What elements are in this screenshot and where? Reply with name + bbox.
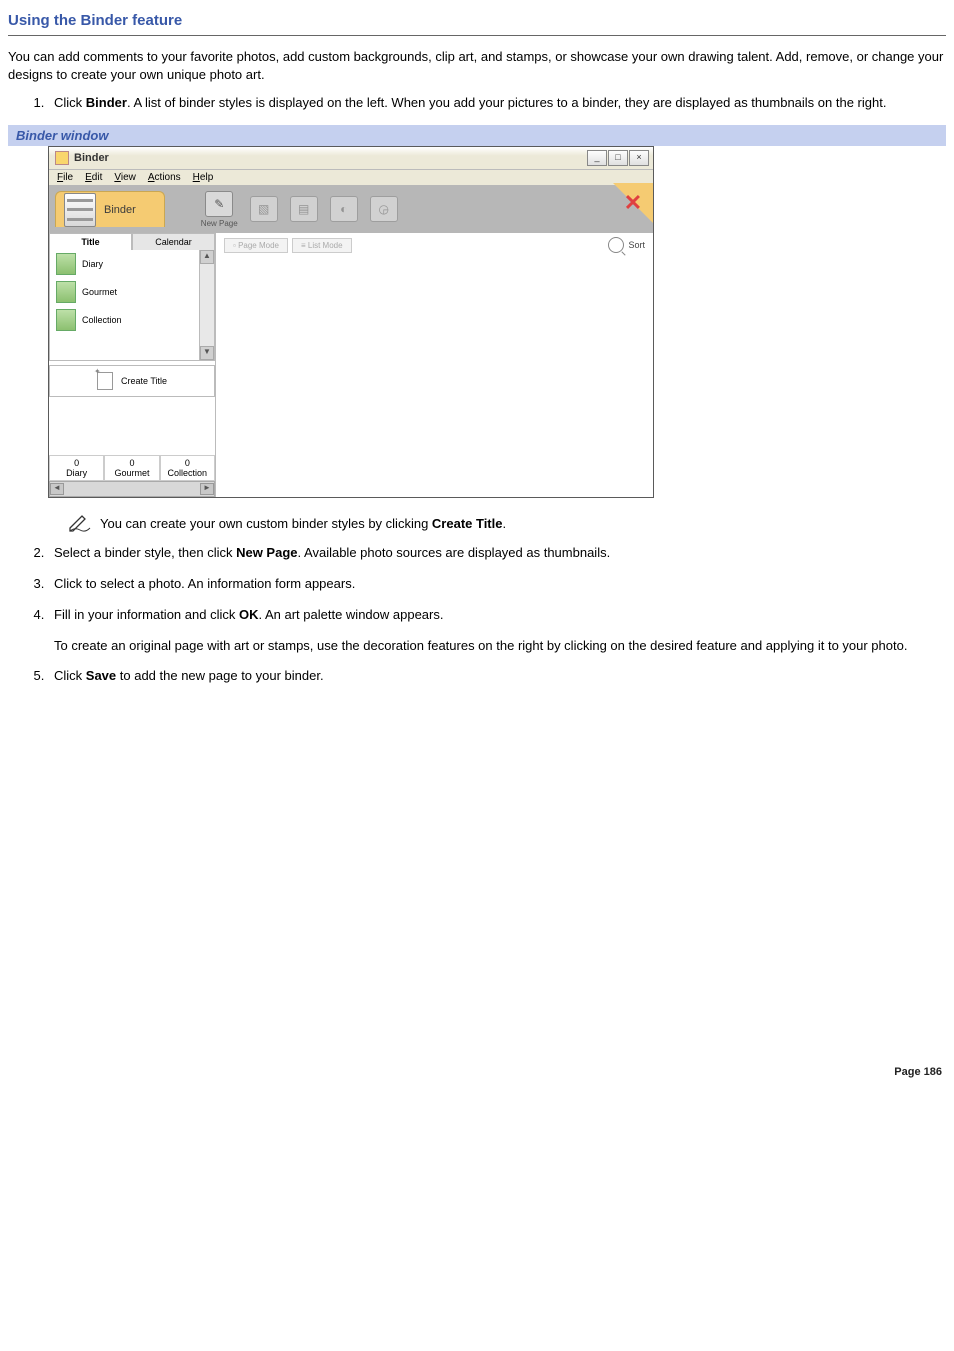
menu-help[interactable]: Help: [193, 172, 214, 183]
thumbnail-area: [216, 257, 653, 497]
binder-icon: [64, 193, 96, 227]
style-swatch-icon: [56, 281, 76, 303]
maximize-button[interactable]: □: [608, 150, 628, 166]
style-label: Diary: [82, 259, 103, 269]
toolbar-button-4[interactable]: ◐: [330, 196, 358, 222]
menu-actions[interactable]: Actions: [148, 172, 181, 183]
sort-control[interactable]: Sort: [608, 237, 645, 253]
page-mode-button[interactable]: ▫ Page Mode: [224, 238, 288, 253]
toolbar: Binder ✎ New Page ▧ ▤ ◐ ◶ ✕: [49, 185, 653, 233]
toolbar-button-3[interactable]: ▤: [290, 196, 318, 222]
minimize-button[interactable]: _: [587, 150, 607, 166]
content-area: Title Calendar Diary Gourmet Collection …: [49, 233, 653, 497]
window-title: Binder: [74, 152, 109, 164]
step-4-text-c: . An art palette window appears.: [258, 607, 443, 622]
toolbar-icon-3: ▤: [290, 196, 318, 222]
step-1-text-c: . A list of binder styles is displayed o…: [127, 95, 887, 110]
create-title-button[interactable]: Create Title: [49, 365, 215, 397]
step-1-bold: Binder: [86, 95, 127, 110]
step-5: Click Save to add the new page to your b…: [48, 667, 946, 686]
sort-label: Sort: [628, 240, 645, 250]
binder-window: Binder _ □ × File Edit View Actions Help…: [48, 146, 654, 498]
toolbar-button-2[interactable]: ▧: [250, 196, 278, 222]
toolbar-button-5[interactable]: ◶: [370, 196, 398, 222]
sidebar: Title Calendar Diary Gourmet Collection …: [49, 233, 216, 497]
window-controls: _ □ ×: [587, 150, 649, 166]
titlebar: Binder _ □ ×: [49, 147, 653, 170]
step-5-text-a: Click: [54, 668, 86, 683]
page-footer: Page 186: [8, 1066, 946, 1078]
menu-file[interactable]: File: [57, 172, 73, 183]
style-swatch-icon: [56, 253, 76, 275]
style-label: Gourmet: [82, 287, 117, 297]
vertical-scrollbar[interactable]: ▲▼: [199, 250, 214, 360]
step-2-text-c: . Available photo sources are displayed …: [298, 545, 611, 560]
close-button[interactable]: ×: [629, 150, 649, 166]
toolbar-buttons: ✎ New Page ▧ ▤ ◐ ◶: [201, 185, 398, 233]
sidebar-tab-calendar[interactable]: Calendar: [132, 233, 215, 250]
sidebar-tab-title[interactable]: Title: [49, 233, 132, 250]
exit-button[interactable]: ✕: [619, 189, 647, 217]
toolbar-icon-2: ▧: [250, 196, 278, 222]
step-4-text-a: Fill in your information and click: [54, 607, 239, 622]
create-title-icon: [97, 372, 113, 390]
step-2: Select a binder style, then click New Pa…: [48, 544, 946, 563]
menu-view[interactable]: View: [114, 172, 136, 183]
style-item-collection[interactable]: Collection: [50, 306, 214, 334]
binder-tab[interactable]: Binder: [55, 191, 165, 227]
intro-paragraph: You can add comments to your favorite ph…: [8, 48, 946, 84]
list-mode-button[interactable]: ≡ List Mode: [292, 238, 352, 253]
figure-caption: Binder window: [8, 125, 946, 146]
count-collection: 0Collection: [160, 455, 215, 481]
counts-row: 0Diary 0Gourmet 0Collection: [49, 455, 215, 481]
step-3: Click to select a photo. An information …: [48, 575, 946, 594]
step-5-bold: Save: [86, 668, 116, 683]
style-item-gourmet[interactable]: Gourmet: [50, 278, 214, 306]
mode-bar: ▫ Page Mode ≡ List Mode Sort: [216, 233, 653, 257]
step-2-bold: New Page: [236, 545, 297, 560]
style-list: Diary Gourmet Collection ▲▼: [49, 250, 215, 361]
step-4: Fill in your information and click OK. A…: [48, 606, 946, 655]
new-page-icon: ✎: [205, 191, 233, 217]
section-divider: [8, 35, 946, 36]
main-pane: ▫ Page Mode ≡ List Mode Sort: [216, 233, 653, 497]
create-title-label: Create Title: [121, 376, 167, 386]
steps-list-continued: Select a binder style, then click New Pa…: [8, 544, 946, 686]
tip-note: You can create your own custom binder st…: [68, 514, 946, 532]
tip-text-bold: Create Title: [432, 516, 503, 531]
step-5-text-c: to add the new page to your binder.: [116, 668, 323, 683]
new-page-label: New Page: [201, 219, 238, 228]
count-gourmet: 0Gourmet: [104, 455, 159, 481]
style-label: Collection: [82, 315, 122, 325]
app-icon: [55, 151, 69, 165]
toolbar-icon-4: ◐: [330, 196, 358, 222]
step-4-bold: OK: [239, 607, 259, 622]
page-title: Using the Binder feature: [8, 12, 946, 29]
style-item-diary[interactable]: Diary: [50, 250, 214, 278]
new-page-button[interactable]: ✎ New Page: [201, 191, 238, 228]
menu-edit[interactable]: Edit: [85, 172, 102, 183]
steps-list: Click Binder. A list of binder styles is…: [8, 94, 946, 113]
step-1: Click Binder. A list of binder styles is…: [48, 94, 946, 113]
horizontal-scrollbar[interactable]: ◄►: [49, 481, 215, 497]
exit-icon: ✕: [624, 190, 642, 216]
style-swatch-icon: [56, 309, 76, 331]
step-1-text-a: Click: [54, 95, 86, 110]
tip-text-a: You can create your own custom binder st…: [100, 516, 432, 531]
step-2-text-a: Select a binder style, then click: [54, 545, 236, 560]
step-4-paragraph: To create an original page with art or s…: [54, 637, 946, 655]
note-pen-icon: [68, 514, 90, 532]
menubar: File Edit View Actions Help: [49, 170, 653, 185]
toolbar-icon-5: ◶: [370, 196, 398, 222]
binder-tab-label: Binder: [104, 204, 136, 216]
tip-text-c: .: [502, 516, 506, 531]
count-diary: 0Diary: [49, 455, 104, 481]
magnifier-icon: [608, 237, 624, 253]
